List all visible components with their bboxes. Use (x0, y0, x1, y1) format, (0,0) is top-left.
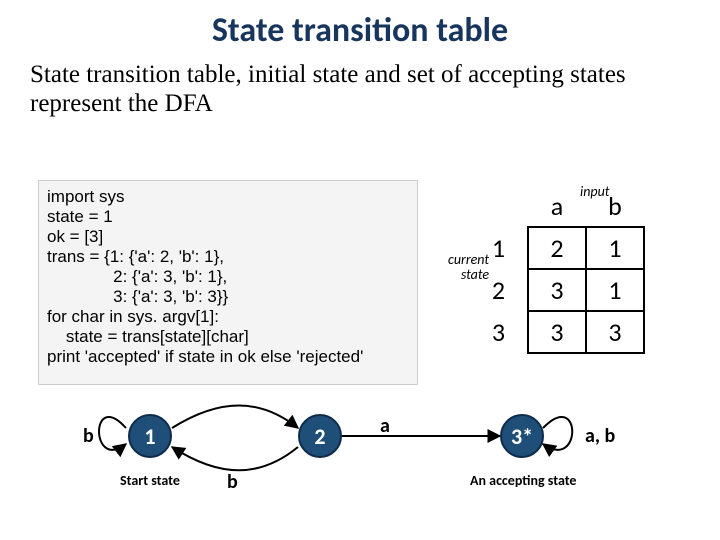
state-node-1: 1 (128, 414, 172, 458)
transition-table: a b 1 2 1 2 3 1 3 3 3 (470, 185, 645, 354)
page-title: State transition table (0, 0, 720, 51)
row-header: 1 (470, 227, 528, 269)
diagram-edges (30, 400, 690, 530)
row-header: 3 (470, 311, 528, 353)
caption-start-state: Start state (120, 472, 180, 489)
table-cell: 1 (586, 227, 644, 269)
edge-label-back-b: b (227, 470, 238, 494)
table-cell: 3 (528, 269, 586, 311)
page-subtitle: State transition table, initial state an… (0, 51, 720, 119)
edge-label-a: a (380, 414, 390, 438)
caption-accepting-state: An accepting state (470, 472, 576, 489)
edge-label-loop-b: b (83, 424, 94, 448)
code-block: import sys state = 1 ok = [3] trans = {1… (38, 180, 418, 385)
col-header: b (586, 185, 644, 227)
row-header: 2 (470, 269, 528, 311)
col-header: a (528, 185, 586, 227)
edge-label-loop-ab: a, b (585, 424, 615, 448)
state-node-3: 3* (500, 414, 544, 458)
table-cell: 3 (528, 311, 586, 353)
table-cell: 3 (586, 311, 644, 353)
table-cell: 1 (586, 269, 644, 311)
state-diagram: 1 2 3* b a b a, b Start state An accepti… (30, 400, 690, 530)
table-cell: 2 (528, 227, 586, 269)
state-node-2: 2 (298, 414, 342, 458)
